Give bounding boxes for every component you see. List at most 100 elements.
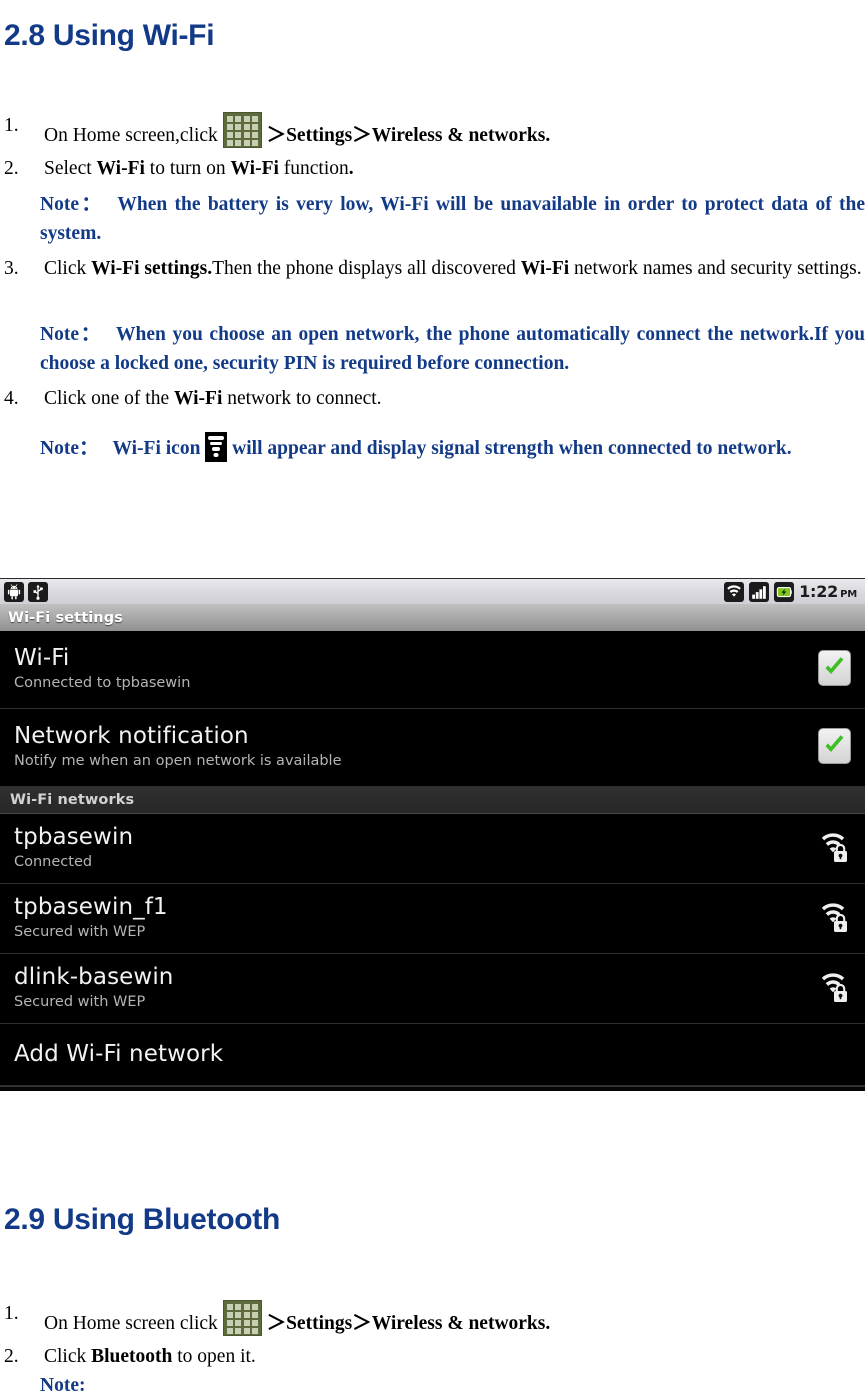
wifi-step-1-arrow-2: ＞ [352,125,372,146]
bluetooth-step-1-number: 1. [4,1303,19,1324]
network-texts: dlink-basewin Secured with WEP [14,965,805,1011]
wifi-note-1-label: Note： [40,194,104,215]
bluetooth-step-1-wireless: Wireless & networks. [371,1313,551,1334]
checkbox-checked-icon[interactable] [818,727,851,764]
status-bar-right-icons: 1:22 PM [724,581,861,602]
section-heading-using-bluetooth: 2.9 Using Bluetooth [4,1203,280,1237]
network-accessory [817,900,851,938]
wifi-note-2: Note： When you choose an open network, th… [40,320,865,378]
launcher-grid-icon [222,1300,262,1336]
network-list-item[interactable]: dlink-basewin Secured with WEP [0,954,865,1024]
wifi-toggle-texts: Wi-Fi Connected to tpbasewin [14,646,806,692]
bluetooth-step-1-settings: Settings [286,1313,353,1334]
usb-icon [28,581,48,602]
wifi-step-3-number: 3. [4,258,19,279]
network-texts: tpbasewin_f1 Secured with WEP [14,895,805,941]
wifi-note-2-label: Note： [40,324,102,345]
wifi-signal-icon [205,432,228,462]
network-notification-row[interactable]: Network notification Notify me when an o… [0,709,865,787]
android-robot-icon [4,581,24,602]
launcher-grid-icon [222,112,262,148]
cell-signal-icon [749,581,770,602]
wifi-signal-icon [724,581,745,602]
checkbox-checked-icon[interactable] [818,649,851,686]
wifi-toggle-accessory[interactable] [818,649,851,690]
wifi-step-2-number: 2. [4,158,19,179]
wifi-step-1: 1. On Home screen,click ＞Settings＞Wirele… [4,112,865,150]
network-status: Connected [14,854,93,871]
wifi-step-3-text-a: Click [44,258,92,279]
bluetooth-step-1-arrow-1: ＞ [266,1313,287,1334]
wifi-step-4-number: 4. [4,388,19,409]
wifi-step-2-bold-1: Wi-Fi [96,158,145,179]
wifi-note-3-label: Note： [40,438,99,459]
status-bar-left-icons [4,581,48,602]
status-bar-time: 1:22 [799,581,839,601]
wifi-step-2-text-b: to turn on [144,158,231,179]
network-notification-texts: Network notification Notify me when an o… [14,724,806,770]
network-ssid: dlink-basewin [14,964,174,991]
wifi-step-3-bold-1: Wi-Fi settings. [91,258,213,279]
network-accessory [817,830,851,868]
wifi-step-4-text-a: Click one of the [44,388,174,409]
wifi-note-3-text-b: will appear and display signal strength … [232,438,792,459]
android-status-bar: 1:22 PM [0,579,865,604]
section-heading-using-wifi: 2.8 Using Wi-Fi [4,19,215,53]
wifi-step-2-text-c: function [278,158,349,179]
wifi-step-1-text: On Home screen,click [44,125,218,146]
screen-title: Wi-Fi settings [8,609,123,626]
wifi-step-2: 2. Select Wi-Fi to turn on Wi-Fi functio… [4,155,865,183]
wifi-step-1-arrow-1: ＞ [266,125,287,146]
battery-charging-icon [774,581,795,602]
status-bar-ampm: PM [840,588,857,600]
add-wifi-network-row[interactable]: Add Wi-Fi network [0,1024,865,1086]
network-status: Secured with WEP [14,924,146,941]
wifi-secured-icon [817,900,851,934]
wifi-step-4: 4. Click one of the Wi-Fi network to con… [4,385,865,413]
wifi-toggle-title: Wi-Fi [14,645,70,672]
wifi-step-3-bold-2: Wi-Fi [520,258,570,279]
add-wifi-network-texts: Add Wi-Fi network [14,1040,851,1068]
bluetooth-note: Note: [40,1371,865,1400]
bluetooth-step-1-arrow-2: ＞ [352,1313,372,1334]
network-list-item[interactable]: tpbasewin Connected [0,814,865,884]
wifi-step-1-wireless: Wireless & networks. [371,125,551,146]
screen-title-bar: Wi-Fi settings [0,604,865,631]
wifi-note-3: Note： Wi-Fi icon will appear and display … [40,432,865,463]
wifi-toggle-row[interactable]: Wi-Fi Connected to tpbasewin [0,631,865,709]
network-notification-subtitle: Notify me when an open network is availa… [14,753,342,770]
bluetooth-step-1: 1. On Home screen click ＞Settings＞Wirele… [4,1300,865,1338]
wifi-networks-section-label: Wi-Fi networks [10,792,135,808]
wifi-step-2-text-a: Select [44,158,97,179]
wifi-note-1: Note： When the battery is very low, Wi-Fi… [40,190,865,248]
add-wifi-network-label: Add Wi-Fi network [14,1040,224,1067]
bluetooth-step-2-text-a: Click [44,1346,92,1367]
network-accessory [817,970,851,1008]
wifi-note-2-text: When you choose an open network, the pho… [40,324,865,374]
wifi-step-3-text-b: Then the phone displays all discovered [212,258,521,279]
bluetooth-step-2: 2. Click Bluetooth to open it. [4,1343,865,1371]
wifi-note-1-text: When the battery is very low, Wi-Fi will… [40,194,865,244]
network-notification-accessory[interactable] [818,727,851,768]
status-bar-clock: 1:22 PM [799,581,857,601]
wifi-networks-section-header: Wi-Fi networks [0,787,865,814]
bluetooth-step-2-number: 2. [4,1346,19,1367]
wifi-toggle-subtitle: Connected to tpbasewin [14,675,191,692]
screenshot-bottom-edge [0,1086,865,1091]
bluetooth-step-1-text: On Home screen click [44,1313,218,1334]
wifi-step-3: 3. Click Wi-Fi settings.Then the phone d… [4,255,865,283]
bluetooth-step-2-bold-1: Bluetooth [91,1346,173,1367]
network-status: Secured with WEP [14,994,146,1011]
wifi-step-2-period: . [348,158,354,179]
phone-screenshot-wifi-settings: 1:22 PM Wi-Fi settings Wi-Fi Connected to… [0,578,865,1091]
wifi-note-3-text-a: Wi-Fi icon [112,438,201,459]
wifi-step-1-number: 1. [4,115,19,136]
network-texts: tpbasewin Connected [14,825,805,871]
network-list-item[interactable]: tpbasewin_f1 Secured with WEP [0,884,865,954]
wifi-step-4-bold-1: Wi-Fi [173,388,223,409]
wifi-secured-icon [817,830,851,864]
wifi-step-4-text-b: network to connect. [222,388,382,409]
bluetooth-note-label: Note: [40,1375,86,1396]
wifi-secured-icon [817,970,851,1004]
network-ssid: tpbasewin [14,824,134,851]
